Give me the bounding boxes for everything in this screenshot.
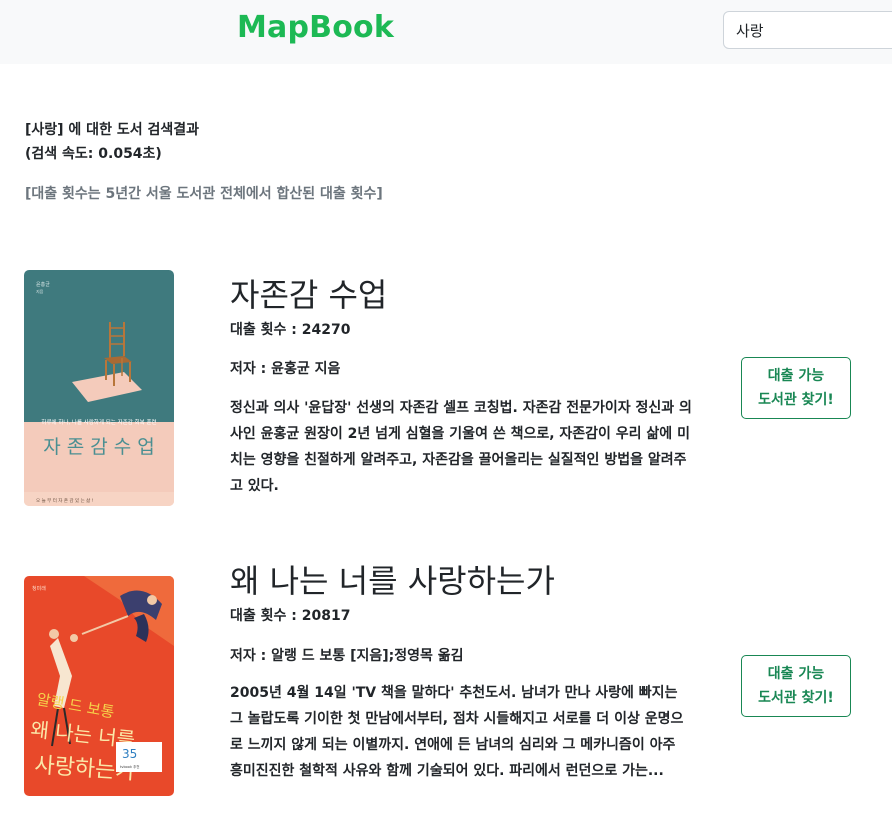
- book-description: 정신과 의사 '윤답장' 선생의 자존감 셀프 코칭법. 자존감 전문가이자 정…: [230, 400, 692, 494]
- search-speed: (검색 속도: 0.054초): [25, 146, 162, 162]
- search-input[interactable]: [723, 11, 892, 49]
- svg-text:tvbook 추천: tvbook 추천: [120, 764, 140, 769]
- book-cover-art: 윤홍균 지음 하루에 하나, 나를 사랑하게 되는 자존감 회복 훈련 자 존 …: [24, 270, 174, 506]
- svg-text:35: 35: [122, 747, 137, 761]
- cover-title: 자 존 감 수 업: [43, 436, 155, 458]
- find-library-button-line1: 대출 가능: [767, 666, 825, 682]
- book-title[interactable]: 자존감 수업: [230, 270, 387, 316]
- navbar: MapBook: [0, 0, 892, 64]
- find-library-button-line1: 대출 가능: [767, 368, 825, 384]
- svg-text:지음: 지음: [36, 288, 44, 294]
- find-library-button[interactable]: 대출 가능 도서관 찾기!: [741, 655, 851, 717]
- book-description: 2005년 4월 14일 'TV 책을 말하다' 추천도서. 남녀가 만나 사랑…: [230, 685, 684, 779]
- book-cover[interactable]: 청미래 알랭 드 보통 왜 나는 너를 사랑하는가 35 tvbook 추천: [24, 576, 174, 796]
- find-library-button-line2: 도서관 찾기!: [758, 690, 834, 706]
- book-author: 저자 : 윤홍균 지음: [230, 361, 341, 377]
- svg-text:윤홍균: 윤홍균: [36, 281, 50, 288]
- search-result-heading: [사랑] 에 대한 도서 검색결과: [25, 122, 199, 138]
- book-loan-count: 대출 횟수 : 20817: [230, 608, 351, 624]
- book-loan-count: 대출 횟수 : 24270: [230, 322, 351, 338]
- book-author: 저자 : 알랭 드 보통 [지음];정영목 옮김: [230, 648, 464, 664]
- loan-count-note: [대출 횟수는 5년간 서울 도서관 전체에서 합산된 대출 횟수]: [25, 186, 383, 202]
- find-library-button[interactable]: 대출 가능 도서관 찾기!: [741, 357, 851, 419]
- brand-logo[interactable]: MapBook: [237, 10, 394, 45]
- svg-text:하루에 하나, 나를 사랑하게 되는 자존감 회복 훈련: 하루에 하나, 나를 사랑하게 되는 자존감 회복 훈련: [41, 418, 156, 426]
- book-cover[interactable]: 윤홍균 지음 하루에 하나, 나를 사랑하게 되는 자존감 회복 훈련 자 존 …: [24, 270, 174, 506]
- find-library-button-line2: 도서관 찾기!: [758, 392, 834, 408]
- svg-text:오 늘 부 터 자 존 감 있 는 삶 !: 오 늘 부 터 자 존 감 있 는 삶 !: [36, 497, 94, 504]
- book-cover-art: 청미래 알랭 드 보통 왜 나는 너를 사랑하는가 35 tvbook 추천: [24, 576, 174, 796]
- book-title[interactable]: 왜 나는 너를 사랑하는가: [230, 556, 555, 602]
- svg-text:청미래: 청미래: [32, 585, 46, 592]
- search-summary: [사랑] 에 대한 도서 검색결과 (검색 속도: 0.054초): [25, 118, 199, 166]
